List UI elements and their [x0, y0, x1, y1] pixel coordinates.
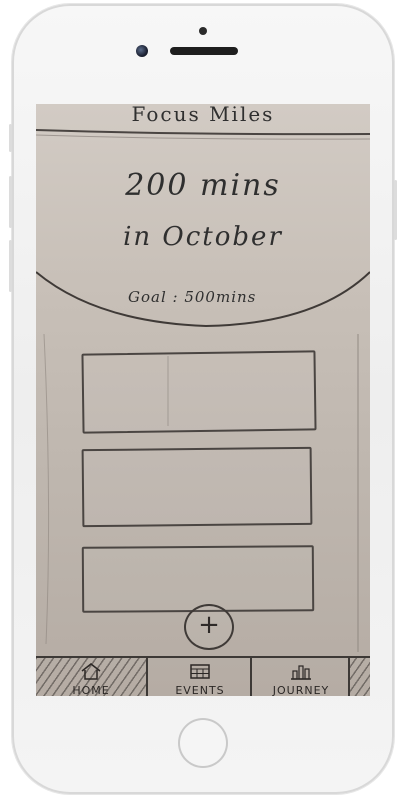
header-divider-shadow	[36, 134, 370, 140]
add-button[interactable]: +	[184, 604, 234, 650]
proximity-sensor	[199, 27, 207, 35]
activity-card-3[interactable]	[81, 545, 315, 613]
tab-events-label: EVENTS	[175, 684, 225, 696]
bar-chart-icon	[291, 665, 311, 680]
app-screen: Focus Miles 200 mins in October Goal : 5…	[36, 104, 370, 696]
paper-fold	[43, 333, 50, 645]
tab-overflow	[348, 658, 370, 696]
goal-label: Goal : 500mins	[128, 288, 257, 306]
tab-bar: HOME EVENTS JOURNEY	[36, 656, 370, 696]
plus-icon: +	[198, 610, 220, 640]
volume-up-button	[9, 176, 12, 228]
header-divider	[36, 129, 370, 136]
volume-down-button	[9, 240, 12, 292]
home-icon	[81, 663, 101, 680]
earpiece-speaker	[170, 47, 238, 55]
tab-journey-label: JOURNEY	[272, 684, 330, 696]
activity-card-2[interactable]	[81, 446, 313, 528]
home-button[interactable]	[178, 718, 228, 768]
tab-journey[interactable]: JOURNEY	[250, 658, 350, 696]
calendar-icon	[190, 664, 210, 679]
minutes-total: 200 mins	[125, 168, 281, 203]
tab-home[interactable]: HOME	[36, 658, 146, 696]
app-title: Focus Miles	[131, 104, 275, 126]
month-label: in October	[123, 222, 283, 252]
activity-card-1[interactable]	[81, 350, 317, 434]
front-camera	[136, 45, 148, 57]
tab-home-label: HOME	[72, 684, 110, 696]
tab-events[interactable]: EVENTS	[146, 658, 252, 696]
mute-switch	[9, 124, 12, 152]
power-button	[394, 180, 397, 240]
